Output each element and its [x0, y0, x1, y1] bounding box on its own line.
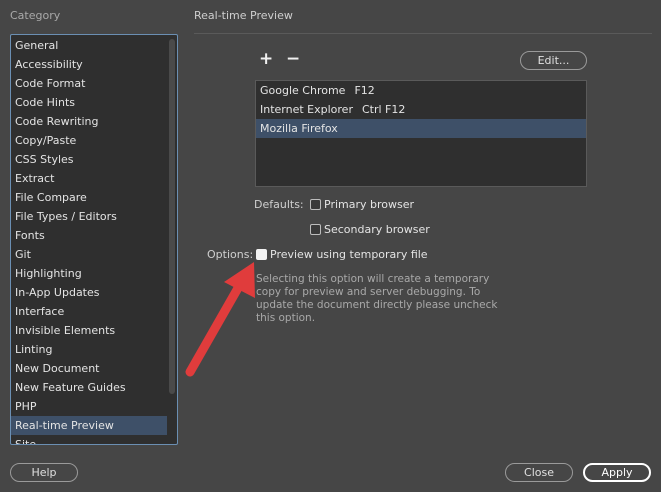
category-heading: Category	[10, 9, 61, 22]
category-item[interactable]: Interface	[11, 302, 167, 321]
primary-browser-label[interactable]: Primary browser	[324, 198, 414, 211]
category-item[interactable]: New Feature Guides	[11, 378, 167, 397]
category-item[interactable]: Accessibility	[11, 55, 167, 74]
category-item[interactable]: Linting	[11, 340, 167, 359]
preview-temp-file-label[interactable]: Preview using temporary file	[270, 248, 428, 261]
category-item[interactable]: Real-time Preview	[11, 416, 167, 435]
category-item[interactable]: Invisible Elements	[11, 321, 167, 340]
category-item[interactable]: File Compare	[11, 188, 167, 207]
add-browser-button[interactable]: +	[259, 50, 273, 68]
primary-browser-checkbox[interactable]	[310, 199, 321, 210]
close-button[interactable]: Close	[505, 463, 573, 482]
browser-row[interactable]: Mozilla Firefox	[256, 119, 586, 138]
category-item[interactable]: Fonts	[11, 226, 167, 245]
category-item[interactable]: Highlighting	[11, 264, 167, 283]
category-item[interactable]: Code Rewriting	[11, 112, 167, 131]
category-item[interactable]: In-App Updates	[11, 283, 167, 302]
category-items: General Accessibility Code Format Code Hint…	[11, 36, 167, 444]
apply-button[interactable]: Apply	[583, 463, 651, 482]
browser-name: Google Chrome	[260, 84, 346, 97]
category-item[interactable]: PHP	[11, 397, 167, 416]
browser-name: Mozilla Firefox	[260, 122, 338, 135]
category-item[interactable]: Code Format	[11, 74, 167, 93]
annotation-arrow-icon	[185, 262, 255, 377]
browser-row[interactable]: Google Chrome F12	[256, 81, 586, 100]
section-title: Real-time Preview	[194, 9, 293, 22]
category-item[interactable]: Git	[11, 245, 167, 264]
category-item[interactable]: New Document	[11, 359, 167, 378]
defaults-label: Defaults:	[254, 198, 304, 211]
secondary-browser-label[interactable]: Secondary browser	[324, 223, 430, 236]
browser-row[interactable]: Internet Explorer Ctrl F12	[256, 100, 586, 119]
category-item[interactable]: Site	[11, 435, 167, 444]
category-list[interactable]: General Accessibility Code Format Code Hint…	[10, 34, 178, 445]
section-divider	[194, 33, 652, 34]
help-button[interactable]: Help	[10, 463, 78, 482]
category-item[interactable]: Extract	[11, 169, 167, 188]
category-item[interactable]: CSS Styles	[11, 150, 167, 169]
remove-browser-button[interactable]: −	[286, 50, 300, 68]
browser-shortcut: F12	[354, 84, 375, 97]
category-item[interactable]: Copy/Paste	[11, 131, 167, 150]
category-item[interactable]: General	[11, 36, 167, 55]
category-item[interactable]: Code Hints	[11, 93, 167, 112]
browser-list[interactable]: Google Chrome F12 Internet Explorer Ctrl F1…	[255, 80, 587, 187]
category-item[interactable]: File Types / Editors	[11, 207, 167, 226]
secondary-browser-checkbox[interactable]	[310, 224, 321, 235]
browser-shortcut: Ctrl F12	[361, 103, 406, 116]
category-scrollbar[interactable]	[169, 39, 175, 394]
edit-browser-button[interactable]: Edit...	[520, 51, 587, 70]
browser-name: Internet Explorer	[260, 103, 353, 116]
option-description: Selecting this option will create a temp…	[256, 273, 498, 324]
